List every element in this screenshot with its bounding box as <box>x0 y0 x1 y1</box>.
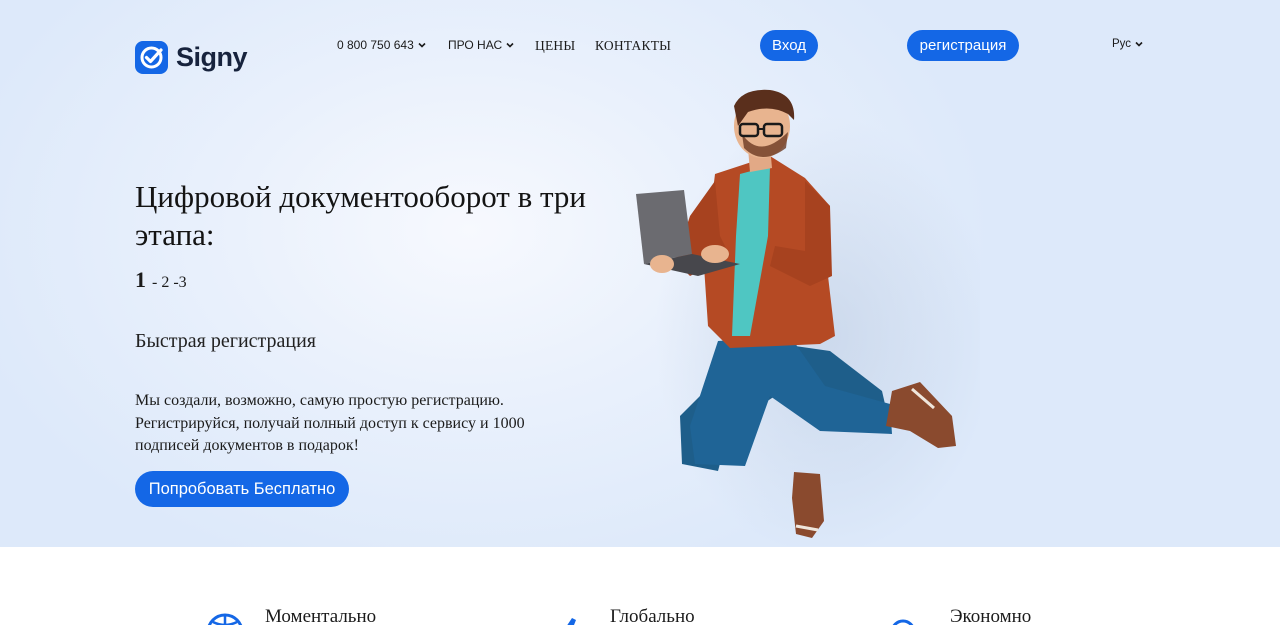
step-active: 1 <box>135 267 146 292</box>
nav-about-dropdown[interactable]: ПРО НАС <box>448 38 515 52</box>
hero-headline: Цифровой документооборот в три этапа: <box>135 179 586 252</box>
nav-contacts[interactable]: КОНТАКТЫ <box>595 38 671 54</box>
step-rest: - 2 -3 <box>152 274 187 291</box>
language-label: Рус <box>1112 38 1132 50</box>
logo-text: Signy <box>176 42 248 72</box>
jumping-man-with-laptop-image <box>636 89 980 546</box>
chevron-down-icon <box>506 42 514 48</box>
hero-section: Signy 0 800 750 643 ПРО НАС ЦЕНЫ КОНТАКТ… <box>0 0 1280 547</box>
try-free-button[interactable]: Попробовать Бесплатно <box>135 471 349 507</box>
phone-number: 0 800 750 643 <box>337 38 414 52</box>
feature-title: Экономно <box>950 606 1032 625</box>
feature-instant: Моментально <box>205 606 376 625</box>
feature-title: Глобально <box>610 606 695 625</box>
chevron-down-icon <box>418 42 426 48</box>
globe-icon <box>207 613 243 625</box>
feature-economic: Экономно <box>890 606 1031 625</box>
hero-description: Мы создали, возможно, самую простую реги… <box>135 392 525 454</box>
phone-dropdown[interactable]: 0 800 750 643 <box>337 38 427 52</box>
chevron-down-icon <box>1135 41 1143 47</box>
nav-contacts-label: КОНТАКТЫ <box>595 38 672 53</box>
logo[interactable]: Signy <box>135 41 248 74</box>
register-button[interactable]: регистрация <box>907 30 1019 61</box>
step-title: Быстрая регистрация <box>135 330 316 352</box>
nav-prices-label: ЦЕНЫ <box>535 38 576 53</box>
login-button[interactable]: Вход <box>760 30 818 61</box>
feature-title: Моментально <box>265 606 377 625</box>
coin-icon <box>892 619 914 625</box>
logo-check-icon <box>135 41 168 74</box>
nav-prices[interactable]: ЦЕНЫ <box>535 38 575 54</box>
plane-icon <box>567 618 576 625</box>
language-dropdown[interactable]: Рус <box>1112 38 1144 50</box>
nav-about-label: ПРО НАС <box>448 38 503 52</box>
feature-global: Глобально <box>550 606 695 625</box>
steps-indicator: 1 - 2 -3 <box>135 267 191 293</box>
